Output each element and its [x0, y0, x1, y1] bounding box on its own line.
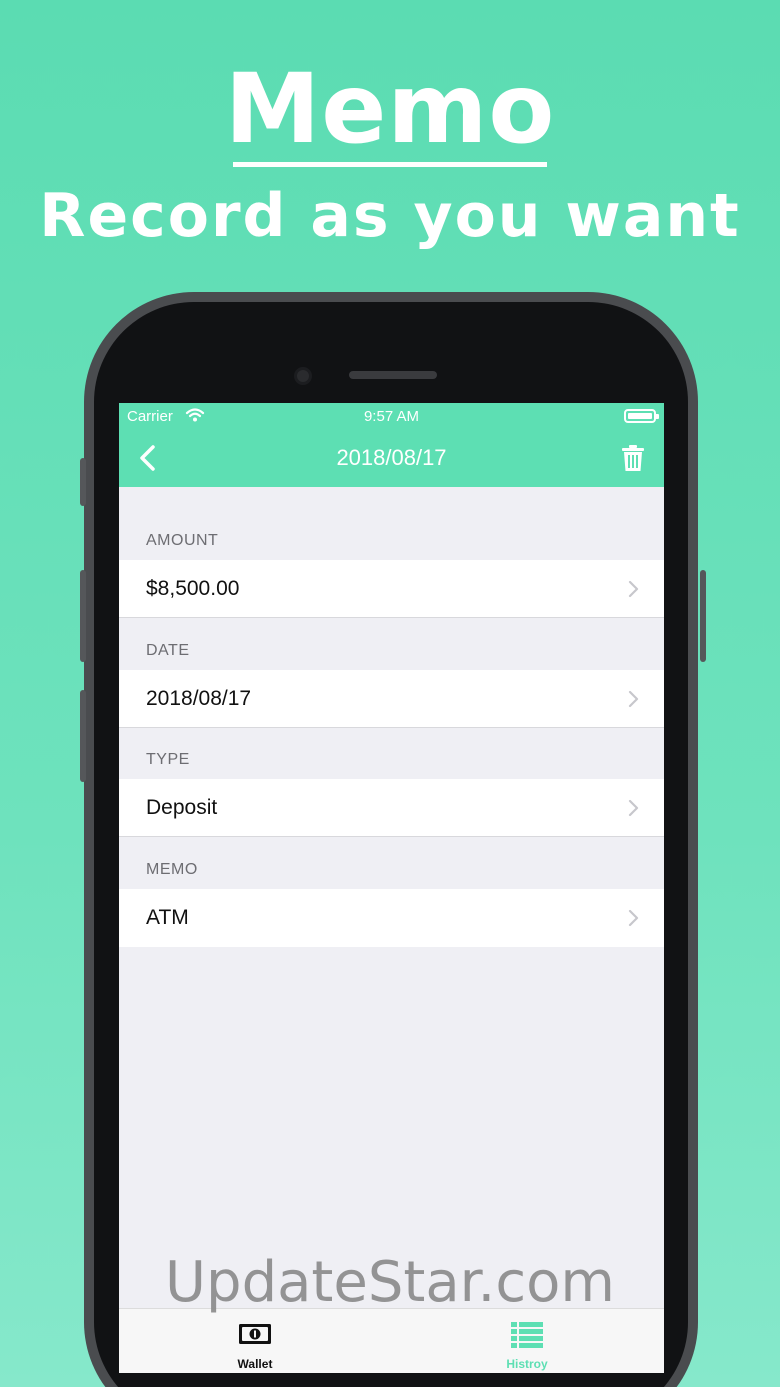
chevron-right-icon — [628, 690, 639, 708]
watermark: UpdateStar.com — [165, 1250, 615, 1315]
status-bar: Carrier 9:57 AM — [119, 403, 664, 429]
nav-title: 2018/08/17 — [336, 445, 447, 470]
front-camera — [294, 367, 312, 385]
hero-title: Memo — [224, 53, 556, 165]
date-value: 2018/08/17 — [146, 687, 252, 710]
tab-wallet[interactable]: Wallet — [119, 1309, 391, 1373]
section-header-amount: AMOUNT — [146, 532, 219, 549]
list-icon — [511, 1322, 543, 1348]
tab-history[interactable]: Histroy — [391, 1309, 663, 1373]
delete-button[interactable] — [618, 443, 648, 473]
power-button — [700, 570, 706, 662]
chevron-right-icon — [628, 909, 639, 927]
tab-wallet-label: Wallet — [237, 1357, 273, 1371]
earpiece-speaker — [349, 371, 437, 379]
amount-value: $8,500.00 — [146, 577, 240, 600]
amount-row[interactable]: $8,500.00 — [119, 560, 664, 618]
phone-screen: Carrier 9:57 AM 2018/08/17 AMOUNT $8,500… — [119, 403, 664, 1373]
hero-subtitle: Record as you want — [39, 181, 741, 251]
type-row[interactable]: Deposit — [119, 779, 664, 837]
date-row[interactable]: 2018/08/17 — [119, 670, 664, 728]
wallet-icon — [239, 1324, 271, 1344]
tab-history-label: Histroy — [506, 1357, 548, 1371]
battery-icon — [624, 409, 659, 423]
section-header-type: TYPE — [146, 751, 190, 768]
memo-row[interactable]: ATM — [119, 889, 664, 947]
volume-down-button — [80, 690, 86, 782]
type-value: Deposit — [146, 796, 218, 819]
volume-up-button — [80, 570, 86, 662]
navigation-bar: 2018/08/17 — [119, 429, 664, 487]
chevron-right-icon — [628, 580, 639, 598]
status-time: 9:57 AM — [363, 408, 420, 425]
section-header-date: DATE — [146, 642, 190, 659]
trash-icon — [622, 445, 644, 471]
hero-underline — [233, 162, 547, 167]
section-header-memo: MEMO — [146, 861, 198, 878]
memo-value: ATM — [146, 906, 189, 929]
tab-bar: Wallet Histroy — [119, 1308, 664, 1373]
mute-switch — [80, 458, 86, 506]
chevron-right-icon — [628, 799, 639, 817]
